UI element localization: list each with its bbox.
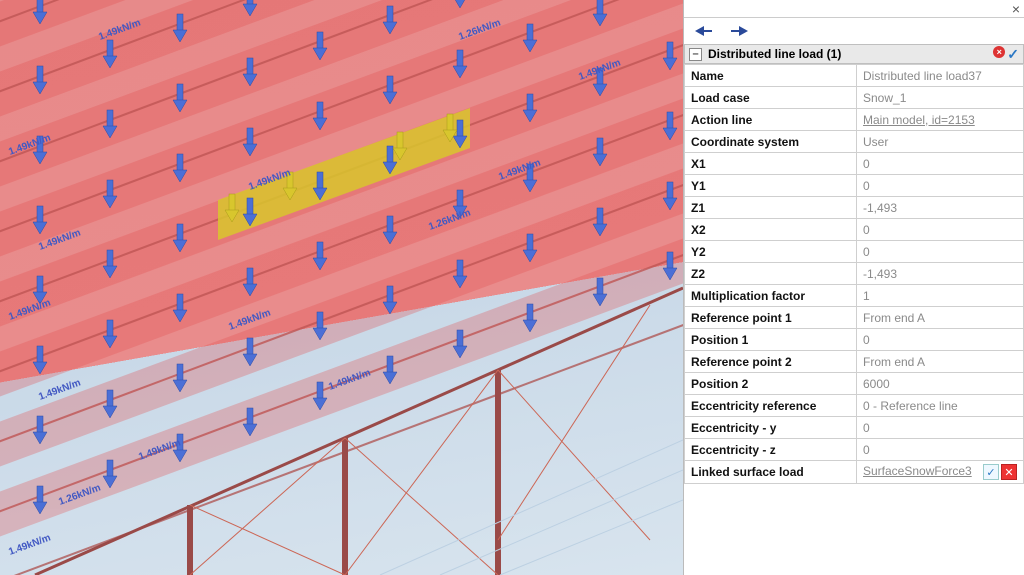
- group-check-icon[interactable]: ✓: [1007, 46, 1019, 63]
- property-key: Multiplication factor: [685, 285, 857, 307]
- viewport-svg: 1.49kN/m1.49kN/m1.49kN/m1.49kN/m1.26kN/m…: [0, 0, 683, 575]
- property-value[interactable]: Snow_1: [857, 87, 1024, 109]
- panel-nav: [684, 18, 1024, 44]
- property-key: Position 1: [685, 329, 857, 351]
- property-key: Position 2: [685, 373, 857, 395]
- property-value[interactable]: 0: [857, 153, 1024, 175]
- collapse-toggle-icon[interactable]: –: [689, 48, 702, 61]
- property-key: Y1: [685, 175, 857, 197]
- property-value[interactable]: -1,493: [857, 263, 1024, 285]
- property-row[interactable]: Reference point 2From end A: [685, 351, 1024, 373]
- property-value[interactable]: 0: [857, 175, 1024, 197]
- property-value[interactable]: Main model, id=2153: [857, 109, 1024, 131]
- property-row[interactable]: X10: [685, 153, 1024, 175]
- property-key: X2: [685, 219, 857, 241]
- row-apply-icon[interactable]: ✓: [983, 464, 999, 480]
- property-row[interactable]: Z2-1,493: [685, 263, 1024, 285]
- property-value[interactable]: 0: [857, 329, 1024, 351]
- close-icon[interactable]: ×: [1012, 1, 1020, 17]
- property-key: Eccentricity - z: [685, 439, 857, 461]
- property-key: Y2: [685, 241, 857, 263]
- property-group-header[interactable]: – Distributed line load (1) × ✓: [684, 44, 1024, 64]
- property-row[interactable]: Eccentricity reference0 - Reference line: [685, 395, 1024, 417]
- property-value[interactable]: From end A: [857, 351, 1024, 373]
- property-value[interactable]: SurfaceSnowForce3✓✕: [857, 461, 1024, 484]
- property-key: Coordinate system: [685, 131, 857, 153]
- property-row[interactable]: Position 10: [685, 329, 1024, 351]
- row-delete-icon[interactable]: ✕: [1001, 464, 1017, 480]
- property-row[interactable]: X20: [685, 219, 1024, 241]
- property-key: Eccentricity - y: [685, 417, 857, 439]
- properties-table: NameDistributed line load37Load caseSnow…: [684, 64, 1024, 484]
- property-row[interactable]: Eccentricity - z0: [685, 439, 1024, 461]
- property-value[interactable]: -1,493: [857, 197, 1024, 219]
- properties-list: – Distributed line load (1) × ✓ NameDist…: [684, 44, 1024, 575]
- property-row[interactable]: Y10: [685, 175, 1024, 197]
- property-key: X1: [685, 153, 857, 175]
- property-value[interactable]: 0: [857, 219, 1024, 241]
- svg-text:1.49kN/m: 1.49kN/m: [7, 532, 52, 557]
- property-value[interactable]: User: [857, 131, 1024, 153]
- model-viewport[interactable]: 1.49kN/m1.49kN/m1.49kN/m1.49kN/m1.26kN/m…: [0, 0, 683, 575]
- nav-back-button[interactable]: [692, 24, 714, 38]
- property-key: Action line: [685, 109, 857, 131]
- property-key: Z2: [685, 263, 857, 285]
- group-error-icon[interactable]: ×: [993, 46, 1005, 58]
- property-value[interactable]: 0 - Reference line: [857, 395, 1024, 417]
- property-row[interactable]: Multiplication factor1: [685, 285, 1024, 307]
- panel-titlebar: ×: [684, 0, 1024, 18]
- nav-forward-button[interactable]: [728, 24, 750, 38]
- property-key: Z1: [685, 197, 857, 219]
- group-title: Distributed line load (1): [708, 47, 841, 61]
- property-row[interactable]: Linked surface loadSurfaceSnowForce3✓✕: [685, 461, 1024, 484]
- property-key: Eccentricity reference: [685, 395, 857, 417]
- property-row[interactable]: Z1-1,493: [685, 197, 1024, 219]
- property-value[interactable]: 0: [857, 417, 1024, 439]
- property-value[interactable]: From end A: [857, 307, 1024, 329]
- property-value[interactable]: 0: [857, 241, 1024, 263]
- property-row[interactable]: Y20: [685, 241, 1024, 263]
- property-row[interactable]: Eccentricity - y0: [685, 417, 1024, 439]
- property-key: Name: [685, 65, 857, 87]
- property-row[interactable]: Coordinate systemUser: [685, 131, 1024, 153]
- property-row[interactable]: Position 26000: [685, 373, 1024, 395]
- properties-panel: × – Distributed line load (1) × ✓ NameDi…: [683, 0, 1024, 575]
- property-value[interactable]: 1: [857, 285, 1024, 307]
- property-row[interactable]: Load caseSnow_1: [685, 87, 1024, 109]
- property-value[interactable]: 0: [857, 439, 1024, 461]
- property-key: Load case: [685, 87, 857, 109]
- property-value[interactable]: 6000: [857, 373, 1024, 395]
- property-key: Reference point 1: [685, 307, 857, 329]
- property-value[interactable]: Distributed line load37: [857, 65, 1024, 87]
- load-bands: [0, 0, 683, 555]
- property-row[interactable]: Reference point 1From end A: [685, 307, 1024, 329]
- property-row[interactable]: NameDistributed line load37: [685, 65, 1024, 87]
- property-key: Reference point 2: [685, 351, 857, 373]
- property-key: Linked surface load: [685, 461, 857, 484]
- property-row[interactable]: Action lineMain model, id=2153: [685, 109, 1024, 131]
